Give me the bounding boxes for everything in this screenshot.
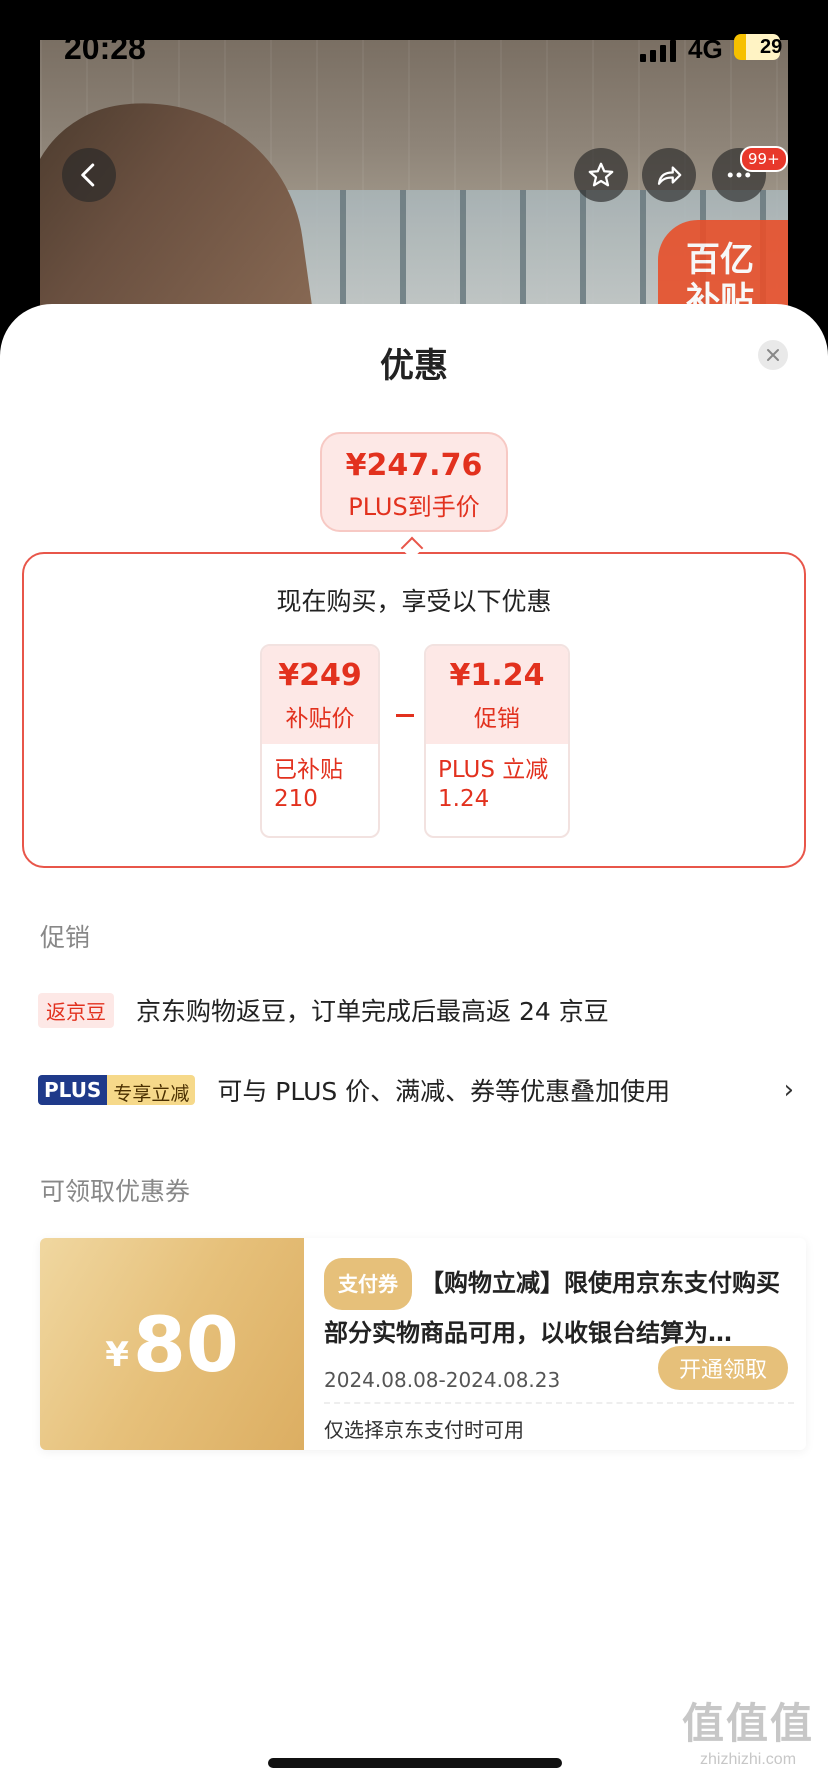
promo-row-plus[interactable]: PLUS 专享立减 可与 PLUS 价、满减、券等优惠叠加使用 › [38, 1072, 798, 1108]
coupons-section-label: 可领取优惠券 [40, 1177, 191, 1206]
coupon-date-range: 2024.08.08-2024.08.23 [324, 1368, 561, 1392]
jingdou-text: 京东购物返豆，订单完成后最高返 24 京豆 [136, 997, 609, 1026]
site-watermark: 值值值 zhizhizhi.com [678, 1690, 818, 1769]
plus-tag-a: PLUS [38, 1075, 108, 1105]
coupon-card: ¥ 80 支付券 【购物立减】限使用京东支付购买部分实物商品可用，以收银台结算为…… [40, 1238, 806, 1450]
back-button[interactable] [62, 148, 116, 202]
promotions-section-label: 促销 [40, 923, 91, 952]
subsidy-detail-line1: 已补贴 [274, 757, 343, 783]
photo-subject [40, 82, 317, 340]
coupon-amount: 80 [132, 1299, 239, 1389]
subsidy-detail-line2: 210 [274, 786, 318, 812]
promo-row-jingdou: 返京豆 京东购物返豆，订单完成后最高返 24 京豆 [38, 992, 798, 1028]
breakdown-heading: 现在购买，享受以下优惠 [276, 587, 552, 616]
subsidy-card: ¥249 补贴价 已补贴 210 [260, 644, 380, 838]
subsidy-label: 补贴价 [285, 706, 355, 732]
jingdou-tag: 返京豆 [38, 992, 114, 1028]
final-price-amount: ¥247.76 [345, 448, 483, 483]
promo-detail-line2: 1.24 [438, 786, 490, 812]
plus-text: 可与 PLUS 价、满减、券等优惠叠加使用 [217, 1077, 671, 1106]
final-price-pill: ¥247.76 PLUS到手价 [320, 432, 508, 532]
coupon-divider [324, 1402, 794, 1404]
status-bar: 20:28 4G 29 [0, 0, 828, 100]
coupon-note: 仅选择京东支付时可用 [324, 1418, 524, 1442]
claim-coupon-button[interactable]: 开通领取 [658, 1346, 788, 1390]
chevron-right-icon: › [783, 1075, 794, 1105]
star-icon [588, 162, 614, 187]
discount-breakdown: 现在购买，享受以下优惠 ¥249 补贴价 已补贴 210 ¥1.24 促销 PL… [22, 552, 806, 868]
brand-badge-line1: 百亿 [686, 240, 754, 280]
plus-tag-b: 专享立减 [107, 1075, 196, 1105]
notification-badge: 99+ [740, 146, 788, 172]
watermark-site: zhizhizhi.com [699, 1751, 797, 1768]
discount-sheet: 优惠 ¥247.76 PLUS到手价 现在购买，享受以下优惠 ¥249 补贴价 … [0, 304, 828, 1792]
watermark-logo: 值值值 [681, 1700, 814, 1747]
close-icon [767, 349, 779, 361]
share-arrow-icon [657, 166, 682, 185]
network-type: 4G [688, 34, 723, 64]
sheet-title: 优惠 [380, 346, 448, 386]
coupon-value-panel: ¥ 80 [40, 1238, 304, 1450]
home-indicator[interactable] [268, 1758, 562, 1768]
promo-value: ¥1.24 [449, 658, 545, 693]
close-button[interactable] [758, 340, 788, 370]
final-price-label: PLUS到手价 [348, 493, 480, 521]
battery-level: 29 [760, 35, 783, 58]
coupon-type-tag: 支付券 [324, 1258, 412, 1310]
promo-detail-line1: PLUS 立减 [438, 757, 549, 783]
share-button[interactable] [642, 148, 696, 202]
plus-tag: PLUS 专享立减 [38, 1075, 196, 1105]
promo-label: 促销 [474, 706, 520, 732]
battery-icon: 29 [734, 34, 783, 60]
minus-sign [396, 714, 414, 717]
promo-card: ¥1.24 促销 PLUS 立减 1.24 [424, 644, 570, 838]
coupon-info: 支付券 【购物立减】限使用京东支付购买部分实物商品可用，以收银台结算为… [324, 1258, 794, 1356]
signal-icon [640, 38, 676, 62]
chevron-left-icon [81, 163, 95, 187]
coupon-description: 支付券 【购物立减】限使用京东支付购买部分实物商品可用，以收银台结算为… [324, 1258, 794, 1356]
subsidy-value: ¥249 [278, 658, 362, 693]
favorite-button[interactable] [574, 148, 628, 202]
status-time: 20:28 [64, 30, 146, 66]
coupon-currency: ¥ [105, 1335, 129, 1375]
